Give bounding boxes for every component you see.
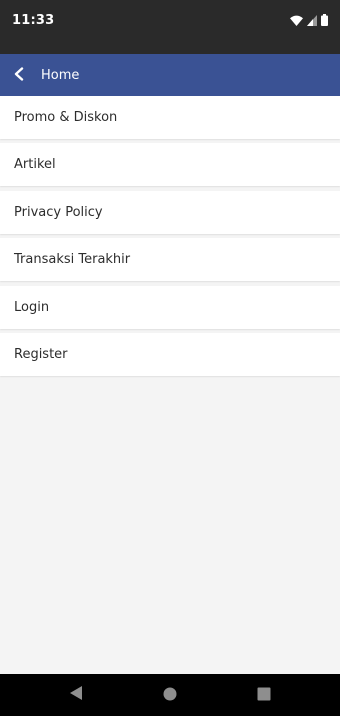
menu-item-artikel[interactable]: Artikel [0,143,340,187]
nav-back-button[interactable] [56,674,96,716]
menu-item-privacy-policy[interactable]: Privacy Policy [0,190,340,234]
menu-item-register[interactable]: Register [0,332,340,376]
menu-item-label: Register [14,346,68,362]
system-nav-bar [0,674,340,716]
menu-item-label: Login [14,299,50,315]
menu-item-label: Privacy Policy [14,204,103,220]
chevron-left-icon [13,66,25,85]
battery-icon [321,14,328,26]
home-circle-icon [163,686,177,705]
page-title: Home [41,67,80,83]
nav-recents-button[interactable] [244,674,284,716]
status-time: 11:33 [12,13,55,28]
menu-item-label: Promo & Diskon [14,110,118,125]
recents-square-icon [257,686,271,705]
menu-item-label: Transaksi Terakhir [14,252,131,268]
menu-item-promo-diskon[interactable]: Promo & Diskon [0,96,340,139]
menu-item-login[interactable]: Login [0,285,340,329]
menu-list: Promo & Diskon Artikel Privacy Policy Tr… [0,96,340,380]
status-bar: 11:33 [0,0,340,54]
signal-icon [307,14,317,26]
back-triangle-icon [69,685,83,705]
status-icons [290,13,328,27]
menu-item-label: Artikel [14,157,56,173]
wifi-icon [290,15,303,26]
app-bar: Home [0,54,340,96]
nav-home-button[interactable] [150,674,190,716]
back-button[interactable] [0,54,38,96]
menu-item-transaksi-terakhir[interactable]: Transaksi Terakhir [0,238,340,282]
